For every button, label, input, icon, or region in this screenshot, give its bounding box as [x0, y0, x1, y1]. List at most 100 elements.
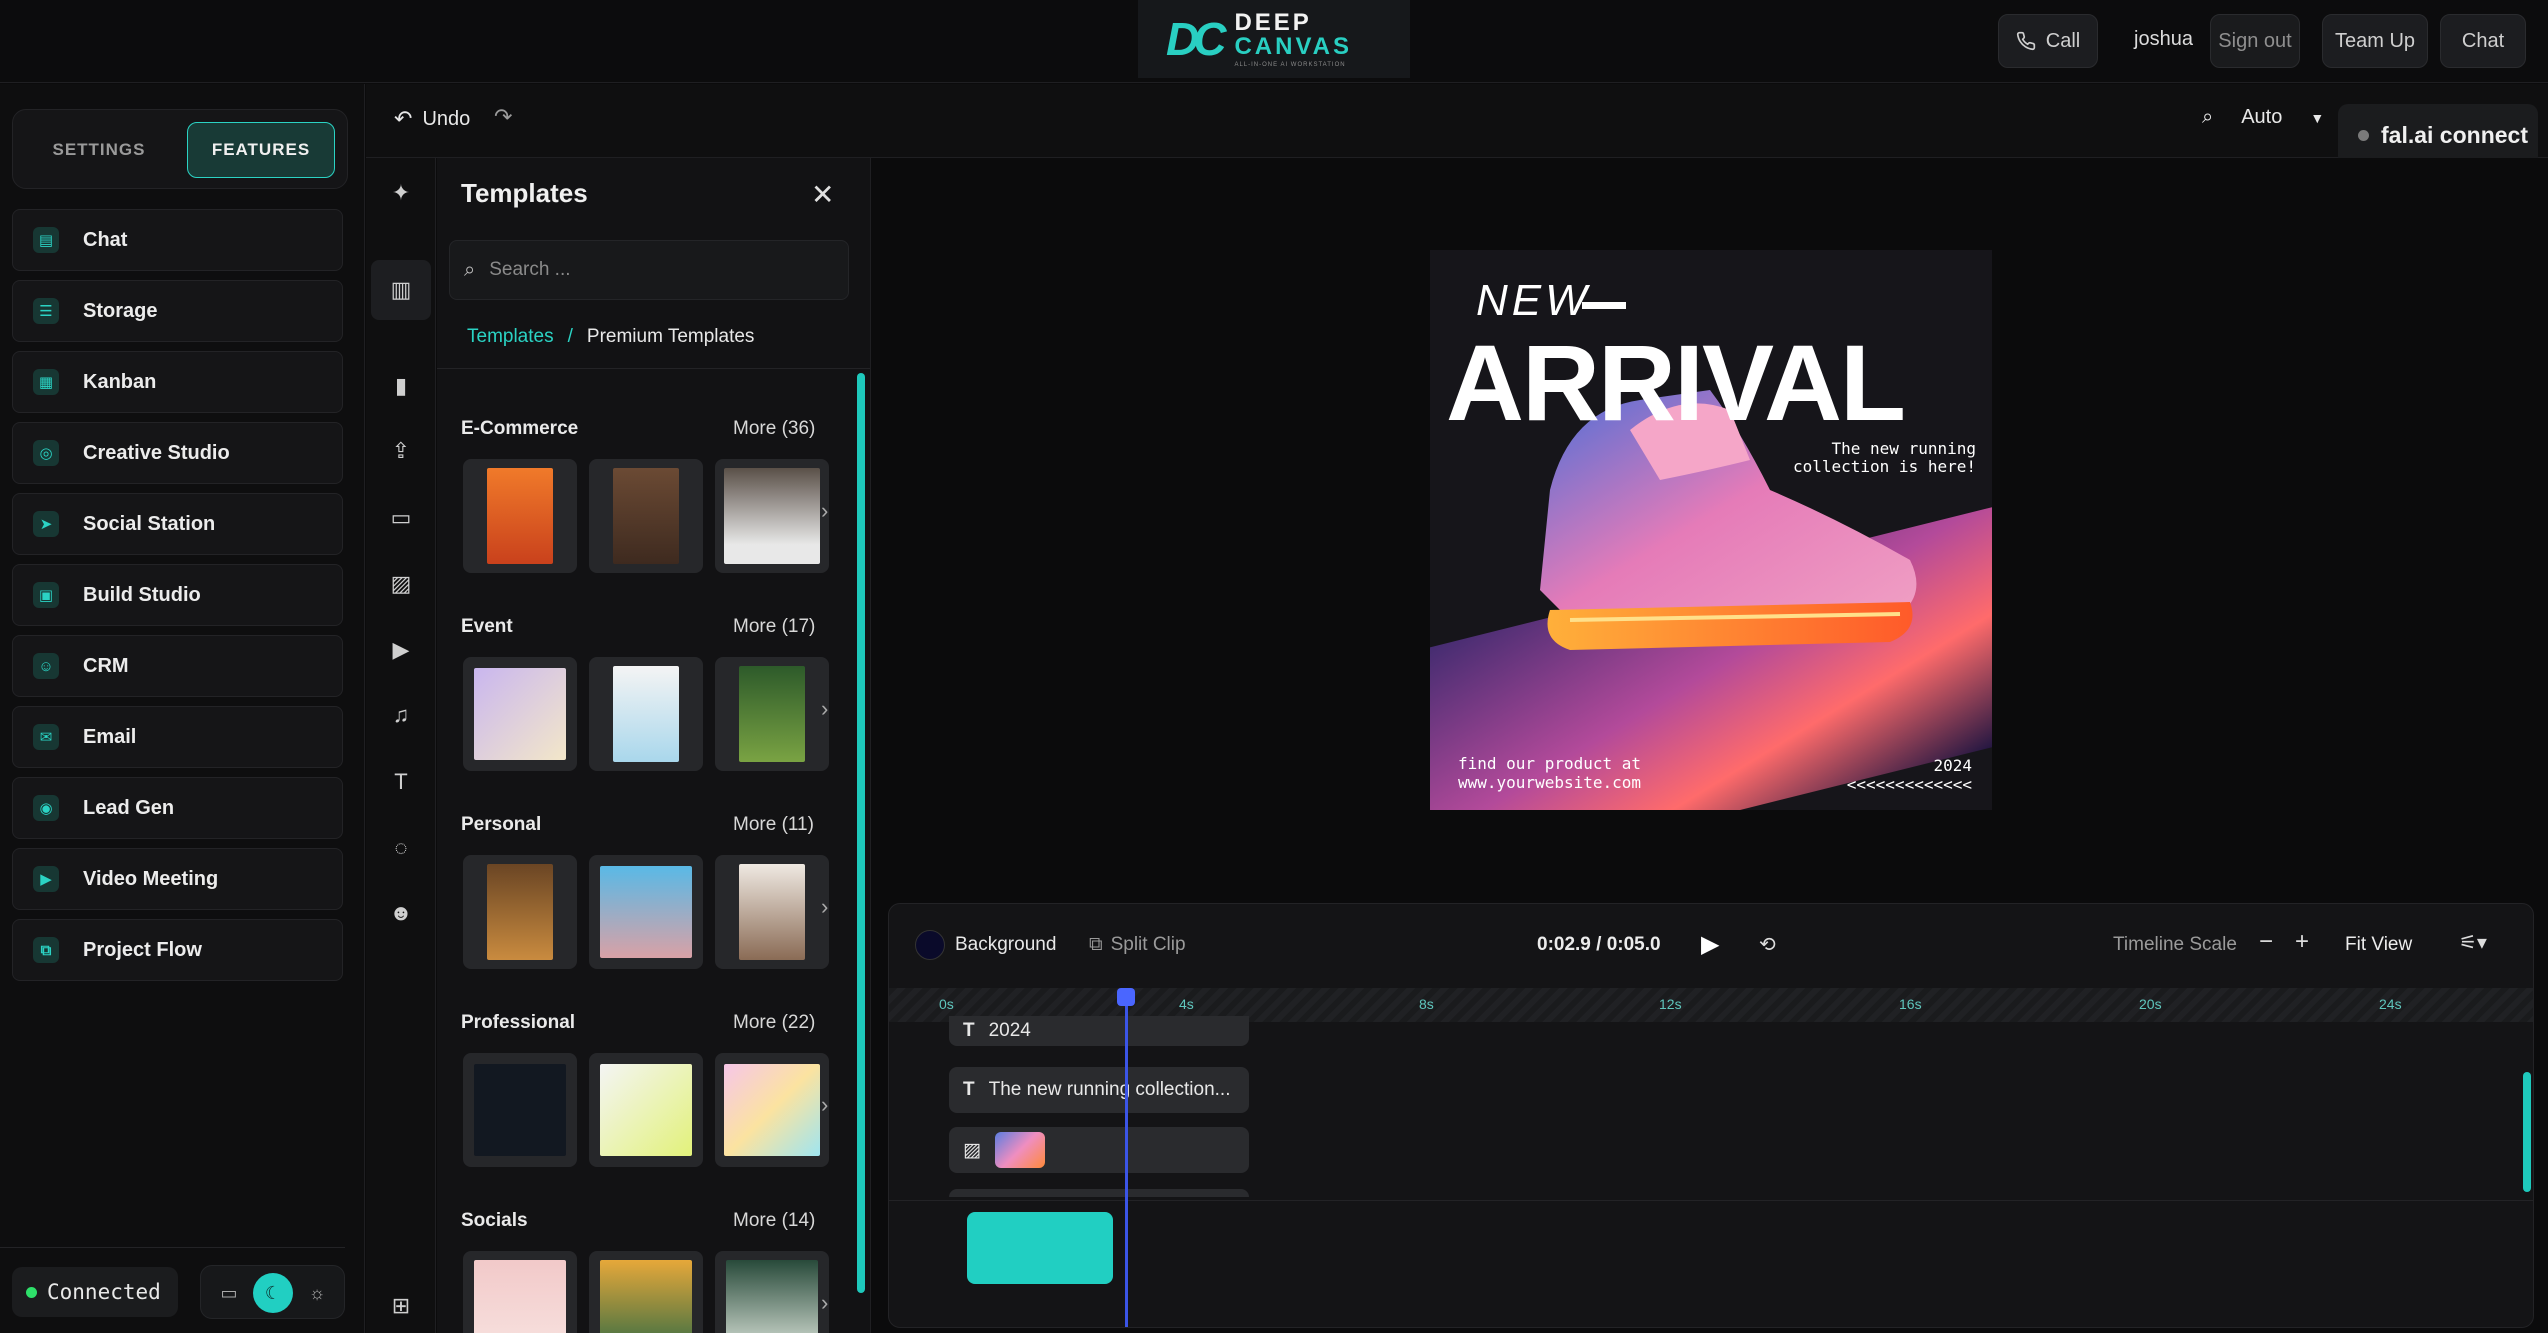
chevron-right-icon[interactable]: ›	[821, 894, 828, 920]
sidebar-item-storage[interactable]: ☰ Storage	[12, 280, 343, 342]
app-logo[interactable]: DC DEEP CANVAS ALL-IN-ONE AI WORKSTATION	[1138, 0, 1410, 78]
template-thumbnail[interactable]	[589, 855, 703, 969]
timeline-track[interactable]: ▨	[949, 1127, 1249, 1173]
sign-out-button[interactable]: Sign out	[2210, 14, 2300, 68]
template-thumbnail[interactable]	[715, 657, 829, 771]
section-more-ecommerce[interactable]: More (36)	[733, 418, 815, 440]
zoom-out-button[interactable]: −	[2259, 928, 2273, 956]
sidebar-item-video-meeting[interactable]: ▶ Video Meeting	[12, 848, 343, 910]
image-icon[interactable]: ▨	[371, 554, 431, 614]
playhead[interactable]	[1125, 988, 1128, 1327]
timeline-track[interactable]: T 2024	[949, 1016, 1249, 1046]
logo-line1: DEEP	[1234, 8, 1312, 36]
sidebar-item-social-station[interactable]: ➤ Social Station	[12, 493, 343, 555]
template-thumbnail[interactable]	[589, 459, 703, 573]
library-icon[interactable]: ▮	[371, 356, 431, 416]
sidebar-item-kanban[interactable]: ▦ Kanban	[12, 351, 343, 413]
artwork-year-block[interactable]: 2024 <<<<<<<<<<<<<	[1782, 756, 1972, 794]
template-thumbnail[interactable]	[715, 1053, 829, 1167]
sidebar-item-email[interactable]: ✉ Email	[12, 706, 343, 768]
template-thumbnail[interactable]	[463, 657, 577, 771]
caption-icon[interactable]: ▭	[371, 488, 431, 548]
design-canvas[interactable]: NEW ARRIVAL The new running collection i…	[872, 158, 2548, 903]
section-more-personal[interactable]: More (11)	[733, 814, 814, 836]
timeline-scrollbar[interactable]	[2523, 1072, 2531, 1192]
sidebar-item-crm[interactable]: ☺ CRM	[12, 635, 343, 697]
sidebar-item-label: Chat	[83, 228, 128, 251]
template-thumbnail[interactable]	[715, 855, 829, 969]
artwork-preview[interactable]: NEW ARRIVAL The new running collection i…	[1430, 250, 1992, 810]
breadcrumb-separator: /	[567, 326, 573, 347]
audio-clip[interactable]	[967, 1212, 1113, 1284]
template-thumbnail[interactable]	[589, 1251, 703, 1333]
monitor-icon[interactable]: ▭	[209, 1273, 249, 1313]
playhead-handle[interactable]	[1117, 988, 1135, 1006]
chevron-right-icon[interactable]: ›	[821, 498, 828, 524]
templates-icon[interactable]: ▥	[371, 260, 431, 320]
template-thumbnail[interactable]	[715, 459, 829, 573]
video-icon[interactable]: ▶	[371, 620, 431, 680]
upload-icon[interactable]: ⇪	[371, 421, 431, 481]
artwork-arrival-text[interactable]: ARRIVAL	[1446, 320, 1906, 445]
phone-icon	[2016, 31, 2035, 51]
search-input[interactable]	[489, 259, 810, 281]
tick-label: 0s	[939, 996, 954, 1012]
chevron-right-icon[interactable]: ›	[821, 696, 828, 722]
template-thumbnail[interactable]	[463, 459, 577, 573]
section-more-socials[interactable]: More (14)	[733, 1210, 815, 1232]
redo-icon[interactable]: ↷	[494, 104, 512, 130]
timeline-track[interactable]: T The new running collection...	[949, 1067, 1249, 1113]
artwork-tagline[interactable]: The new running collection is here!	[1786, 440, 1976, 475]
template-thumbnail[interactable]	[463, 1053, 577, 1167]
section-more-event[interactable]: More (17)	[733, 616, 815, 638]
shapes-icon[interactable]: ◌	[371, 818, 431, 878]
chevron-right-icon[interactable]: ›	[821, 1290, 828, 1316]
undo-button[interactable]: ↶ Undo	[394, 106, 470, 132]
zoom-control[interactable]: ⌕ Auto ▼	[2202, 106, 2324, 129]
loop-icon[interactable]: ⟲	[1759, 932, 1776, 957]
sidebar-item-lead-gen[interactable]: ◉ Lead Gen	[12, 777, 343, 839]
chevron-down-icon: ▼	[2310, 109, 2325, 126]
template-thumbnail[interactable]	[715, 1251, 829, 1333]
apps-icon[interactable]: ⊞	[371, 1276, 431, 1333]
fit-view-button[interactable]: Fit View	[2345, 934, 2412, 956]
call-button[interactable]: Call	[1998, 14, 2098, 68]
artwork-website-block[interactable]: find our product at www.yourwebsite.com	[1458, 754, 1641, 792]
text-icon[interactable]: T	[371, 752, 431, 812]
sidebar-item-project-flow[interactable]: ⧉ Project Flow	[12, 919, 343, 981]
music-icon[interactable]: ♫	[371, 685, 431, 745]
zoom-in-button[interactable]: +	[2295, 928, 2309, 956]
features-tab[interactable]: FEATURES	[187, 122, 335, 178]
sticker-icon[interactable]: ☻	[371, 883, 431, 943]
editor-toolbar: ↶ Undo ↷ ⌕ Auto ▼	[366, 84, 2548, 158]
template-thumbnail[interactable]	[589, 657, 703, 771]
split-clip-button[interactable]: ⧉ Split Clip	[1089, 934, 1186, 956]
sparkle-icon[interactable]: ✦	[371, 163, 431, 223]
chat-button[interactable]: Chat	[2440, 14, 2526, 68]
close-icon[interactable]: ✕	[811, 178, 834, 211]
moon-icon[interactable]: ☾	[253, 1273, 293, 1313]
sidebar-item-chat[interactable]: ▤ Chat	[12, 209, 343, 271]
timeline-settings-icon[interactable]: ⚟▾	[2459, 930, 2487, 955]
artwork-new-text[interactable]: NEW	[1476, 276, 1591, 326]
timeline-track-partial[interactable]	[949, 1189, 1249, 1197]
section-more-professional[interactable]: More (22)	[733, 1012, 815, 1034]
breadcrumb-root[interactable]: Templates	[467, 326, 554, 348]
background-button[interactable]: Background	[915, 930, 1056, 960]
templates-scrollbar[interactable]	[857, 373, 865, 1293]
chevron-right-icon[interactable]: ›	[821, 1092, 828, 1118]
template-thumbnail[interactable]	[589, 1053, 703, 1167]
fal-connect-button[interactable]: fal.ai connect	[2338, 104, 2538, 166]
flow-icon: ⧉	[33, 937, 59, 963]
sidebar-item-label: Email	[83, 725, 137, 748]
sun-icon[interactable]: ☼	[297, 1273, 337, 1313]
settings-tab[interactable]: SETTINGS	[25, 122, 173, 178]
template-thumbnail[interactable]	[463, 1251, 577, 1333]
team-up-button[interactable]: Team Up	[2322, 14, 2428, 68]
sidebar-item-label: Social Station	[83, 512, 216, 535]
template-thumbnail[interactable]	[463, 855, 577, 969]
sidebar-item-build-studio[interactable]: ▣ Build Studio	[12, 564, 343, 626]
sidebar-item-creative-studio[interactable]: ◎ Creative Studio	[12, 422, 343, 484]
play-icon[interactable]: ▶	[1701, 930, 1719, 959]
chat-icon: ▤	[33, 227, 59, 253]
